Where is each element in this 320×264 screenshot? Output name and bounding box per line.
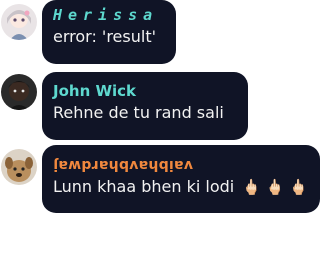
- username[interactable]: vaibhavbhardwaj: [53, 155, 193, 175]
- message-bubble: John Wick Rehne de tu rand sali: [42, 72, 248, 140]
- message-text: error: 'result': [53, 27, 156, 46]
- avatar[interactable]: [1, 149, 37, 185]
- username[interactable]: John Wick: [53, 81, 238, 101]
- message-text: Lunn khaa bhen ki lodi 🖕🏻 🖕🏻 🖕🏻: [53, 175, 310, 199]
- avatar[interactable]: [1, 4, 37, 40]
- username[interactable]: Herissa: [53, 5, 166, 25]
- message-text: Rehne de tu rand sali: [53, 103, 224, 122]
- message-text-content: Lunn khaa bhen ki lodi: [53, 177, 235, 196]
- avatar[interactable]: [1, 74, 37, 110]
- message-bubble: vaibhavbhardwaj Lunn khaa bhen ki lodi 🖕…: [42, 145, 320, 213]
- message-bubble: Herissa error: 'result': [42, 0, 176, 64]
- middle-finger-emoji-icon: 🖕🏻 🖕🏻 🖕🏻: [242, 178, 308, 196]
